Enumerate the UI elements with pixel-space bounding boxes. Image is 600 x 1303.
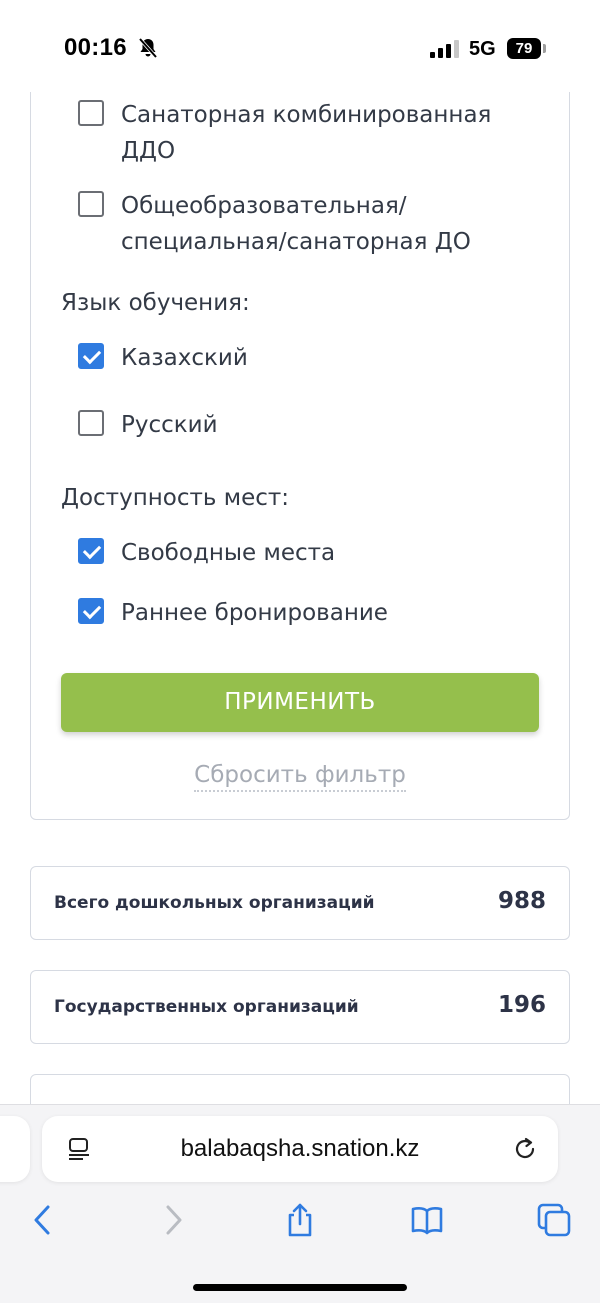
back-icon[interactable]	[24, 1202, 60, 1238]
availability-section-label: Доступность мест:	[61, 485, 290, 511]
stat-label: Государственных организаций	[54, 997, 359, 1017]
battery-icon: 79	[507, 38, 541, 59]
filter-option-russian[interactable]: Русский	[78, 407, 521, 443]
tabs-icon[interactable]	[536, 1202, 572, 1238]
language-section-label: Язык обучения:	[61, 290, 250, 316]
stat-card-total: Всего дошкольных организаций 988	[30, 866, 570, 940]
url-text: balabaqsha.snation.kz	[180, 1135, 420, 1162]
status-time: 00:16	[64, 34, 127, 61]
checkbox-label: Раннее бронирование	[121, 600, 388, 626]
battery-tip	[543, 44, 546, 53]
checkbox-checked[interactable]	[78, 343, 104, 369]
reload-icon[interactable]	[512, 1136, 538, 1162]
filter-option-free-places[interactable]: Свободные места	[78, 535, 521, 571]
checkbox-label: Русский	[121, 412, 218, 438]
filter-option-sanatorium-combined[interactable]: Санаторная комбинированная ДДО	[78, 97, 521, 169]
checkbox-checked[interactable]	[78, 598, 104, 624]
filter-option-early-booking[interactable]: Раннее бронирование	[78, 595, 521, 631]
filter-option-kazakh[interactable]: Казахский	[78, 340, 521, 376]
forward-icon[interactable]	[156, 1202, 192, 1238]
bell-muted-icon	[138, 37, 158, 59]
checkbox[interactable]	[78, 410, 104, 436]
bookmarks-icon[interactable]	[409, 1202, 445, 1238]
checkbox-checked[interactable]	[78, 538, 104, 564]
home-indicator	[193, 1284, 407, 1291]
stat-card-state: Государственных организаций 196	[30, 970, 570, 1044]
network-type: 5G	[469, 38, 496, 60]
signal-icon	[430, 40, 459, 58]
checkbox-label: Общеобразовательная/ специальная/санатор…	[121, 193, 471, 255]
apply-button[interactable]: ПРИМЕНИТЬ	[61, 673, 539, 732]
checkbox-label: Казахский	[121, 345, 248, 371]
stat-value: 196	[497, 992, 546, 1018]
status-bar: 00:16 5G 79	[0, 0, 600, 92]
checkbox[interactable]	[78, 100, 104, 126]
address-bar[interactable]: balabaqsha.snation.kz	[42, 1116, 558, 1182]
checkbox-label: Свободные места	[121, 540, 336, 566]
reset-filter-container: Сбросить фильтр	[0, 762, 600, 792]
stat-value: 988	[497, 888, 546, 914]
reset-filter-link[interactable]: Сбросить фильтр	[194, 762, 406, 792]
checkbox[interactable]	[78, 191, 104, 217]
checkbox-label: Санаторная комбинированная ДДО	[121, 102, 492, 164]
previous-tab-edge[interactable]	[0, 1116, 30, 1182]
share-icon[interactable]	[282, 1202, 318, 1238]
stat-label: Всего дошкольных организаций	[54, 893, 375, 913]
filter-option-general-special[interactable]: Общеобразовательная/ специальная/санатор…	[78, 188, 481, 260]
